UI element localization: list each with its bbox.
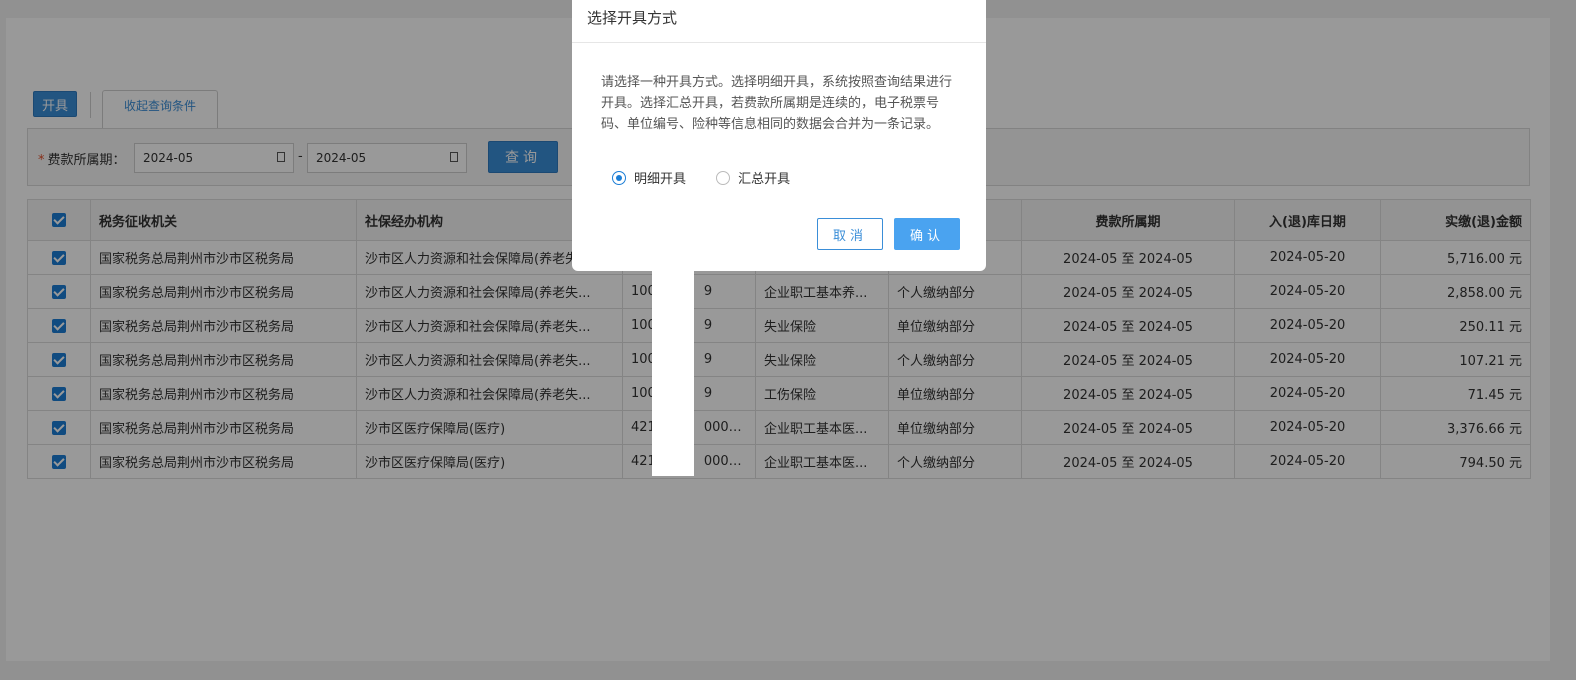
radio-dot-checked[interactable] (612, 170, 626, 185)
issue-method-options: 明细开具 汇总开具 (612, 168, 816, 189)
page-background: 开具 收起查询条件 * 费款所属期： 2024-05 - 2024-05 查询 税… (0, 0, 1576, 680)
cancel-button[interactable]: 取消 (817, 218, 883, 250)
dialog-message: 请选择一种开具方式。选择明细开具，系统按照查询结果进行开具。选择汇总开具，若费款… (601, 75, 953, 132)
radio-detail[interactable]: 明细开具 (612, 168, 686, 187)
radio-summary-label: 汇总开具 (738, 172, 791, 187)
dialog-title: 选择开具方式 (572, 0, 986, 43)
radio-dot[interactable] (716, 170, 731, 185)
radio-detail-label: 明细开具 (634, 172, 687, 187)
radio-summary[interactable]: 汇总开具 (716, 168, 790, 187)
issue-method-dialog: 选择开具方式 请选择一种开具方式。选择明细开具，系统按照查询结果进行开具。选择汇… (572, 0, 986, 271)
render-artifact-strip (652, 270, 694, 476)
confirm-button[interactable]: 确认 (894, 218, 960, 250)
